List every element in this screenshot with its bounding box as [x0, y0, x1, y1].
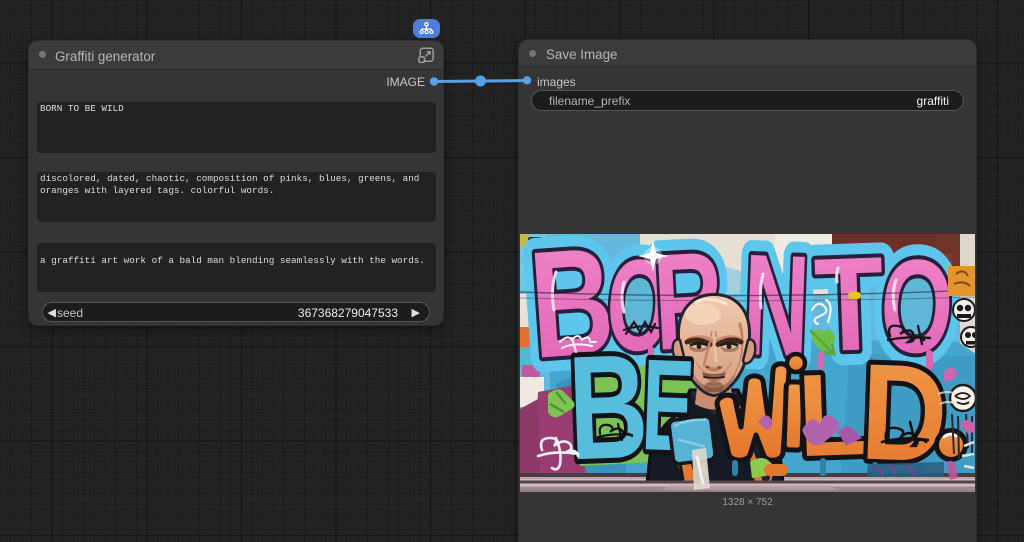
svg-text:B: B [566, 323, 651, 492]
svg-text:L: L [796, 349, 870, 481]
